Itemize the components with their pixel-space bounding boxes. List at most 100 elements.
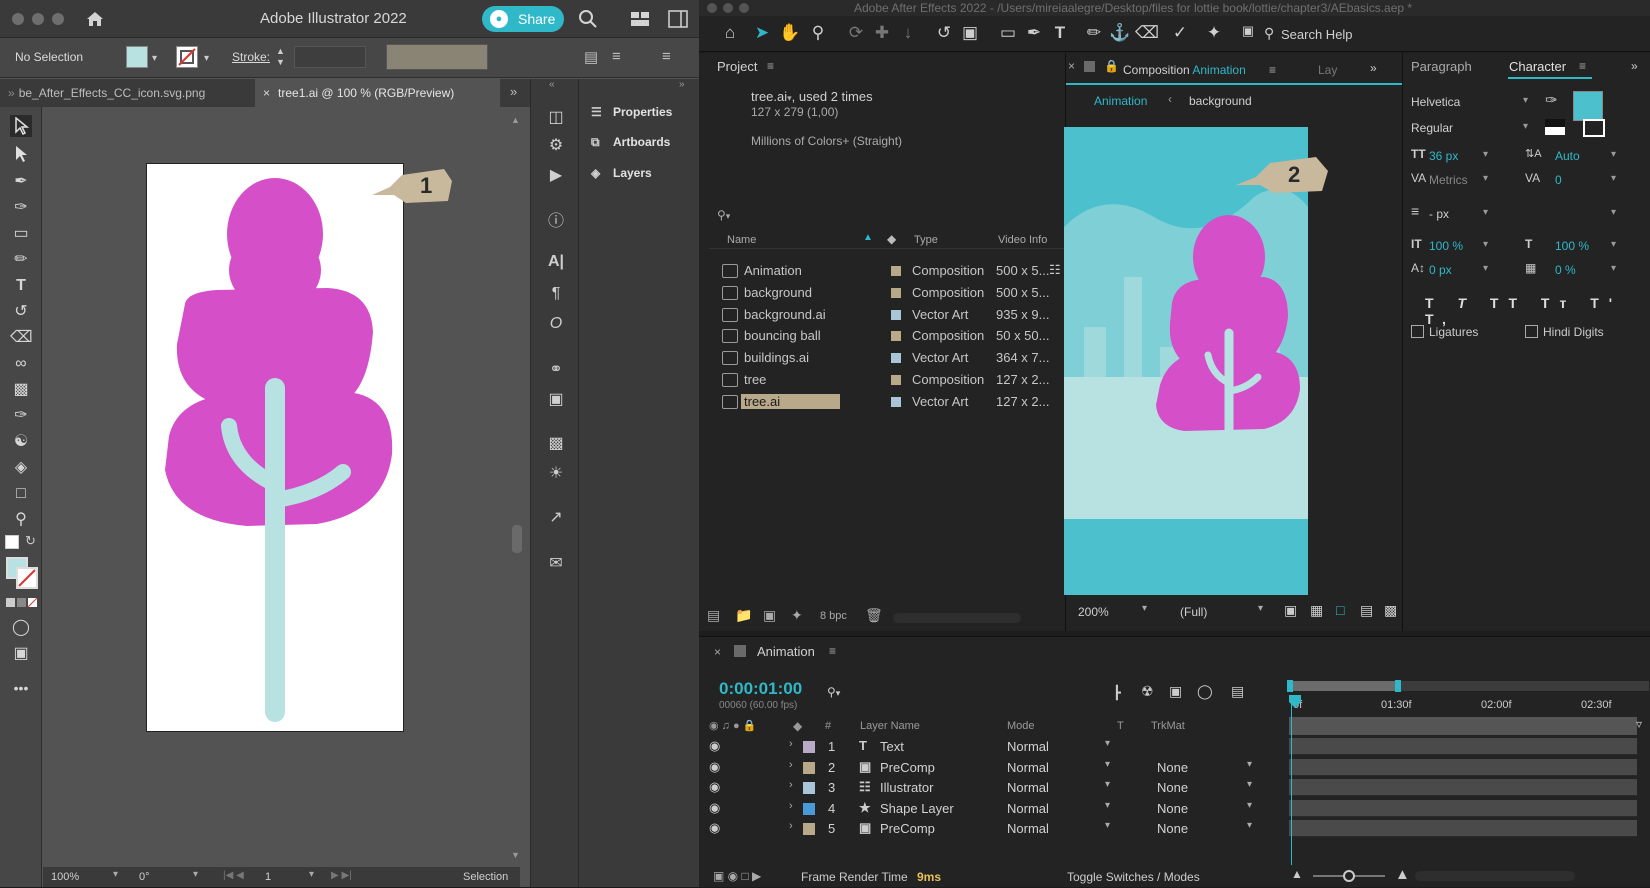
search-icon[interactable]: ⚲▾ <box>717 208 730 222</box>
comp-tab[interactable]: Composition Animation <box>1123 63 1246 77</box>
project-item[interactable]: background.ai Vector Art 935 x 9... <box>719 305 1074 325</box>
canvas-vertical-scrollbar[interactable]: ▲ ▼ <box>511 115 522 860</box>
layer-mode[interactable]: Normal <box>1007 821 1049 836</box>
rotation-tool-icon[interactable]: ↺ <box>933 23 955 45</box>
comp-resolution[interactable]: (Full) <box>1180 605 1207 619</box>
sun-icon[interactable]: ☀ <box>545 463 567 485</box>
col-trkmat[interactable]: TrkMat <box>1151 720 1185 732</box>
stroke-swatch[interactable] <box>176 46 198 68</box>
links-icon[interactable]: ⚭ <box>545 359 567 381</box>
tracking-chevron-icon[interactable]: ▾ <box>1611 173 1616 184</box>
work-area-bar[interactable] <box>1289 681 1397 691</box>
character-tab[interactable]: Character <box>1509 59 1566 74</box>
expand-chevron-icon[interactable]: › <box>789 800 793 812</box>
label-color-swatch[interactable] <box>803 802 815 815</box>
comp-zoom[interactable]: 200% <box>1078 605 1109 619</box>
selection-tool-icon[interactable] <box>10 115 32 137</box>
export-icon[interactable]: ↗ <box>545 507 567 529</box>
zoom-slider-thumb[interactable] <box>1343 870 1355 882</box>
panels-overflow-icon[interactable]: » <box>1370 61 1377 75</box>
col-number[interactable]: # <box>825 720 831 732</box>
opentype-icon[interactable]: O <box>545 315 567 337</box>
label-color-swatch[interactable] <box>891 287 901 298</box>
expand-chevron-icon[interactable]: › <box>789 779 793 791</box>
label-color-swatch[interactable] <box>891 331 901 342</box>
work-area-start[interactable] <box>1287 680 1293 692</box>
kerning-chevron-icon[interactable]: ▾ <box>1483 173 1488 184</box>
col-mode[interactable]: Mode <box>1007 720 1035 732</box>
layers-panel-tab[interactable]: ◈ Layers <box>591 166 652 188</box>
mode-chevron-icon[interactable]: ▾ <box>1105 820 1110 831</box>
baseline-shift[interactable]: 0 px <box>1429 263 1452 277</box>
clone-stamp-tool-icon[interactable]: ⚓ <box>1109 23 1131 45</box>
mask-visibility-icon[interactable]: □ <box>1336 602 1344 618</box>
size-chevron-icon[interactable]: ▾ <box>1483 149 1488 160</box>
pathfinder-icon[interactable]: ▩ <box>545 433 567 455</box>
selection-tool-icon[interactable]: ➤ <box>751 23 773 45</box>
tsume[interactable]: 0 % <box>1555 263 1576 277</box>
layer-mode[interactable]: Normal <box>1007 760 1049 775</box>
label-color-swatch[interactable] <box>891 266 901 276</box>
lock-icon[interactable]: 🔒 <box>1104 59 1119 73</box>
eyedropper-tool-icon[interactable]: ✑ <box>10 405 32 427</box>
timeline-comp-name[interactable]: Animation <box>757 644 815 659</box>
paragraph-icon[interactable]: ¶ <box>545 285 567 307</box>
gradient-tool-icon[interactable]: ▩ <box>10 379 32 401</box>
vscale-chevron-icon[interactable]: ▾ <box>1483 239 1488 250</box>
font-size[interactable]: 36 px <box>1429 149 1458 163</box>
zoom-level[interactable]: 100% <box>51 871 79 883</box>
project-menu-icon[interactable]: ≡ <box>767 59 774 73</box>
minimize-window-button[interactable] <box>32 13 44 25</box>
color-mode-icon[interactable] <box>6 597 38 608</box>
shy-layers-icon[interactable]: ☢ <box>1141 683 1154 700</box>
time-ruler[interactable]: 0f 01:30f 02:00f 02:30f <box>1289 693 1649 713</box>
type-tool-icon[interactable]: T <box>10 275 32 297</box>
trash-icon[interactable]: 🗑 <box>865 607 883 624</box>
project-scrollbar[interactable] <box>893 613 1021 623</box>
grid-guides-icon[interactable]: ▩ <box>1384 602 1397 619</box>
fill-swatch[interactable] <box>126 46 148 68</box>
label-color-swatch[interactable] <box>891 353 901 364</box>
col-video-info[interactable]: Video Info <box>998 234 1047 246</box>
breadcrumb-animation[interactable]: Animation <box>1094 94 1147 108</box>
layer-name[interactable]: Text <box>880 739 904 754</box>
timeline-menu-icon[interactable]: ≡ <box>829 644 836 658</box>
resolution-chevron-icon[interactable]: ▾ <box>1258 603 1263 614</box>
rectangle-tool-icon[interactable]: ▭ <box>10 223 32 245</box>
visibility-eye-icon[interactable]: ◉ <box>709 759 720 775</box>
orbit-tool-icon[interactable]: ⟳ <box>845 23 867 45</box>
eraser-tool-icon[interactable]: ⌫ <box>10 327 33 349</box>
brush-tool-icon[interactable]: ✏ <box>1083 23 1105 45</box>
lasso-tool-icon[interactable]: ∞ <box>10 353 32 375</box>
comp-flowchart-icon[interactable]: ┣ <box>1113 685 1121 701</box>
play-icon[interactable]: ▶ <box>545 165 567 187</box>
project-item[interactable]: bouncing ball Composition 50 x 50... <box>719 326 1074 346</box>
sort-up-icon[interactable]: ▲ <box>863 232 873 243</box>
trkmat-chevron-icon[interactable]: ▾ <box>1247 820 1252 831</box>
stroke-dropdown-chevron-icon[interactable]: ▾ <box>204 50 209 64</box>
av-features-icon[interactable]: ◉ ♫ ● 🔒 <box>709 719 756 732</box>
shape-builder-tool-icon[interactable]: ◈ <box>10 457 32 479</box>
search-help[interactable]: Search Help <box>1281 27 1353 42</box>
default-colors-icon[interactable] <box>5 535 19 549</box>
stroke-color-swatch[interactable] <box>16 567 38 589</box>
search-icon[interactable] <box>578 9 598 29</box>
properties-panel-icon[interactable]: ◫ <box>545 107 567 129</box>
image-trace-icon[interactable]: ▣ <box>545 389 567 411</box>
layer-row[interactable]: ◉ › 1 T Text Normal ▾ <box>699 737 1650 756</box>
type-tool-icon[interactable]: T <box>1049 23 1071 45</box>
layer-name[interactable]: Shape Layer <box>880 801 954 816</box>
mode-chevron-icon[interactable]: ▾ <box>1105 800 1110 811</box>
style-chevron-icon[interactable]: ▾ <box>1523 121 1528 132</box>
snapshot-icon[interactable]: ▤ <box>1360 602 1373 619</box>
label-color-swatch[interactable] <box>803 741 815 753</box>
tsume-chevron-icon[interactable]: ▾ <box>1611 263 1616 274</box>
font-family[interactable]: Helvetica <box>1411 95 1460 109</box>
comp-menu-icon[interactable]: ≡ <box>1269 63 1276 77</box>
project-item[interactable]: Animation Composition 500 x 5... ☷ <box>719 261 1074 281</box>
layer-duration-bar[interactable] <box>1289 820 1637 837</box>
project-item[interactable]: tree Composition 127 x 2... <box>719 370 1074 390</box>
layer-row[interactable]: ◉ › 5 ▣ PreComp Normal ▾ None ▾ <box>699 819 1650 838</box>
label-tag-icon[interactable]: ◆ <box>793 719 802 733</box>
home-icon[interactable] <box>84 8 106 30</box>
